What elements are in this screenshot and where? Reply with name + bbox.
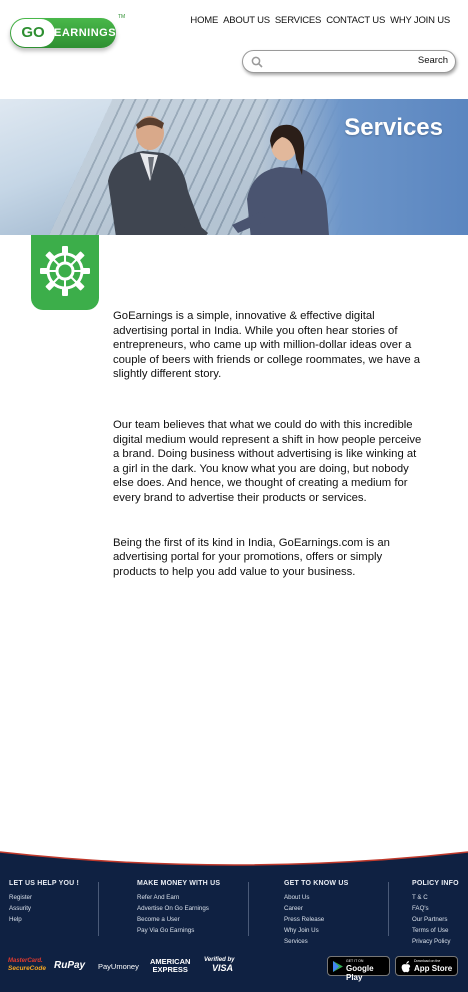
- logo-go: GO: [11, 19, 55, 47]
- businesswoman-image: [232, 124, 329, 235]
- paragraph-intro: GoEarnings is a simple, innovative & eff…: [113, 310, 421, 381]
- amex-logo: AMERICAN EXPRESS: [150, 958, 190, 974]
- services-content: GoEarnings is a simple, innovative & eff…: [113, 309, 423, 609]
- footer-link-help[interactable]: Help: [9, 914, 79, 925]
- hero-title: Services: [344, 114, 443, 141]
- top-nav: HOME ABOUT US SERVICES CONTACT US WHY JO…: [190, 15, 450, 26]
- footer-col-title: MAKE MONEY WITH US: [137, 880, 221, 887]
- footer-link-pay-via[interactable]: Pay Via Go Earnings: [137, 925, 220, 936]
- footer-link-assurity[interactable]: Assurity: [9, 903, 79, 914]
- footer-link-partners[interactable]: Our Partners: [412, 914, 459, 925]
- logo-text: EARNINGS: [54, 27, 117, 39]
- hero-banner: Services: [0, 99, 468, 235]
- mastercard-logo: MasterCard. SecureCode: [8, 958, 46, 972]
- app-store-badge[interactable]: Download on the App Store: [395, 956, 458, 976]
- paragraph-team: Our team believes that what we could do …: [113, 418, 422, 504]
- paragraph-first: Being the first of its kind in India, Go…: [113, 536, 390, 578]
- logo-trademark: TM: [118, 14, 126, 20]
- search-icon: [251, 56, 263, 68]
- nav-about-us[interactable]: ABOUT US: [223, 15, 270, 26]
- footer-link-tc[interactable]: T & C: [412, 892, 459, 903]
- amex-logo-subtext: EXPRESS: [152, 965, 188, 974]
- mastercard-logo-subtext: SecureCode: [8, 965, 46, 972]
- businessman-image: [108, 116, 208, 235]
- footer-col-policy: POLICY INFO T & C FAQ's Our Partners Ter…: [412, 880, 459, 947]
- footer-col-title: POLICY INFO: [412, 880, 459, 887]
- rupay-logo: RuPay: [54, 960, 86, 971]
- footer-divider: [248, 882, 249, 936]
- footer-link-privacy[interactable]: Privacy Policy: [412, 936, 459, 947]
- logo[interactable]: GO EARNINGS TM: [10, 14, 125, 50]
- gear-icon: [40, 246, 90, 296]
- footer-col-title: LET US HELP YOU !: [9, 880, 80, 887]
- app-store-label: App Store: [414, 964, 453, 973]
- google-play-label: Google Play: [346, 964, 374, 982]
- footer-link-register[interactable]: Register: [9, 892, 79, 903]
- services-badge: [31, 235, 99, 310]
- nav-services[interactable]: SERVICES: [275, 15, 321, 26]
- payumoney-logo: PayUmoney: [98, 962, 139, 971]
- search-button[interactable]: Search: [418, 55, 448, 66]
- footer: LET US HELP YOU ! Register Assurity Help…: [0, 848, 468, 992]
- footer-divider: [98, 882, 99, 936]
- visa-logo-subtext: VISA: [212, 963, 234, 973]
- nav-why-join-us[interactable]: WHY JOIN US: [390, 15, 450, 26]
- footer-divider: [388, 882, 389, 936]
- google-play-icon: [333, 961, 343, 972]
- footer-link-press[interactable]: Press Release: [284, 914, 349, 925]
- footer-link-faq[interactable]: FAQ's: [412, 903, 459, 914]
- footer-link-terms[interactable]: Terms of Use: [412, 925, 459, 936]
- footer-col-know-us: GET TO KNOW US About Us Career Press Rel…: [284, 880, 349, 947]
- google-play-small: GET IT ON: [346, 959, 364, 963]
- footer-col-money: MAKE MONEY WITH US Refer And Earn Advert…: [137, 880, 220, 936]
- nav-home[interactable]: HOME: [190, 15, 218, 26]
- google-play-badge[interactable]: GET IT ON Google Play: [327, 956, 390, 982]
- mastercard-logo-text: MasterCard.: [8, 958, 43, 964]
- footer-link-advertise[interactable]: Advertise On Go Earnings: [137, 903, 220, 914]
- search-bar[interactable]: Search: [242, 50, 456, 73]
- footer-link-refer[interactable]: Refer And Earn: [137, 892, 220, 903]
- footer-col-title: GET TO KNOW US: [284, 880, 349, 887]
- verified-by-visa-logo: Verified by VISA: [204, 956, 234, 973]
- app-store-small: Download on the: [414, 959, 441, 963]
- footer-link-about[interactable]: About Us: [284, 892, 349, 903]
- footer-link-career[interactable]: Career: [284, 903, 349, 914]
- footer-link-why-join[interactable]: Why Join Us: [284, 925, 349, 936]
- footer-col-help: LET US HELP YOU ! Register Assurity Help: [9, 880, 79, 925]
- apple-icon: [401, 961, 411, 973]
- footer-link-services[interactable]: Services: [284, 936, 349, 947]
- footer-link-become-user[interactable]: Become a User: [137, 914, 220, 925]
- nav-contact-us[interactable]: CONTACT US: [326, 15, 385, 26]
